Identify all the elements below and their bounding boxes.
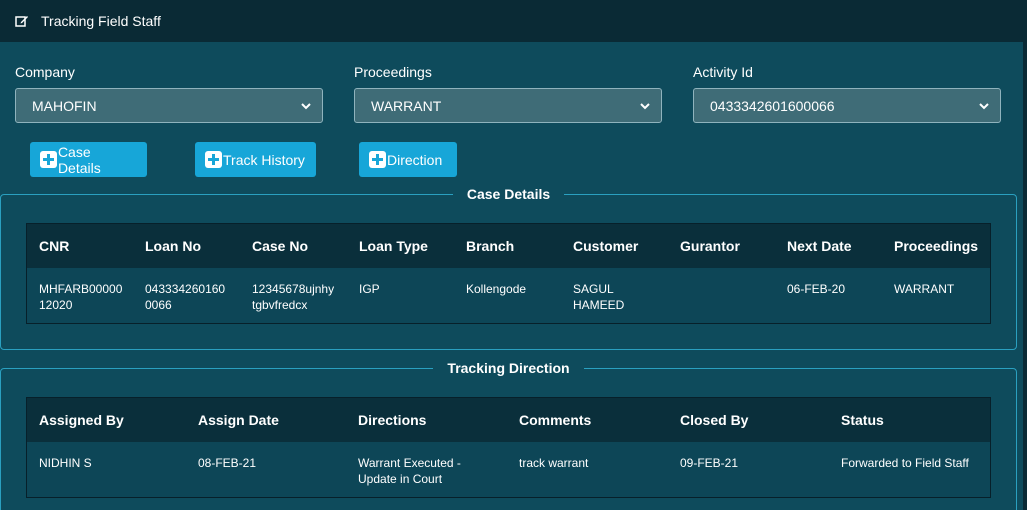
table-header: Assigned By Assign Date Directions Comme… bbox=[27, 398, 990, 442]
case-details-legend: Case Details bbox=[0, 186, 1017, 202]
cell-comments: track warrant bbox=[519, 456, 589, 470]
company-value: MAHOFIN bbox=[32, 97, 97, 114]
case-details-button-label: Case Details bbox=[57, 143, 101, 176]
cell-directions: Warrant Executed - Update in Court bbox=[358, 456, 461, 486]
proceedings-filter: Proceedings WARRANT bbox=[354, 64, 662, 123]
cell-cnr: MHFARB00000 12020 bbox=[39, 282, 123, 312]
cell-loan-no: 043334260160 0066 bbox=[145, 282, 226, 312]
proceedings-label: Proceedings bbox=[354, 64, 432, 80]
company-label: Company bbox=[15, 64, 75, 80]
track-history-button-label: Track History bbox=[223, 151, 305, 168]
tracking-direction-legend: Tracking Direction bbox=[0, 360, 1017, 376]
cell-case-no: 12345678ujnhy tgbvfredcx bbox=[252, 282, 335, 312]
cell-branch: Kollengode bbox=[466, 282, 527, 296]
col-closed-by: Closed By bbox=[680, 412, 749, 428]
cell-assign-date: 08-FEB-21 bbox=[198, 456, 257, 470]
cell-closed-by: 09-FEB-21 bbox=[680, 456, 739, 470]
cell-next-date: 06-FEB-20 bbox=[787, 282, 846, 296]
table-row[interactable]: MHFARB00000 12020 043334260160 0066 1234… bbox=[27, 268, 990, 323]
filter-row: Company MAHOFIN Proceedings WARRANT Acti… bbox=[15, 64, 1005, 128]
col-gurantor: Gurantor bbox=[680, 238, 740, 254]
col-loan-type: Loan Type bbox=[359, 238, 428, 254]
activity-value: 043334260160006​6 bbox=[710, 97, 835, 114]
col-comments: Comments bbox=[519, 412, 592, 428]
chevron-down-icon bbox=[979, 102, 989, 109]
proceedings-select[interactable]: WARRANT bbox=[354, 88, 662, 123]
col-case-no: Case No bbox=[252, 238, 309, 254]
col-next-date: Next Date bbox=[787, 238, 852, 254]
col-directions: Directions bbox=[358, 412, 427, 428]
cell-assigned-by: NIDHIN S bbox=[39, 456, 92, 470]
activity-filter: Activity Id 043334260160006​6 bbox=[693, 64, 1001, 123]
cell-proceedings: WARRANT bbox=[894, 282, 955, 296]
case-details-button[interactable]: Case Details bbox=[30, 142, 147, 177]
table-row[interactable]: NIDHIN S 08-FEB-21 Warrant Executed - Up… bbox=[27, 442, 990, 497]
col-status: Status bbox=[841, 412, 884, 428]
tracking-direction-table: Assigned By Assign Date Directions Comme… bbox=[26, 397, 991, 498]
plus-icon bbox=[369, 151, 386, 168]
col-branch: Branch bbox=[466, 238, 515, 254]
direction-button[interactable]: Direction bbox=[359, 142, 457, 177]
activity-select[interactable]: 043334260160006​6 bbox=[693, 88, 1001, 123]
table-header: CNR Loan No Case No Loan Type Branch Cus… bbox=[27, 224, 990, 268]
plus-icon bbox=[40, 151, 57, 168]
col-assigned-by: Assigned By bbox=[39, 412, 124, 428]
track-history-button[interactable]: Track History bbox=[195, 142, 316, 177]
page-title: Tracking Field Staff bbox=[41, 13, 161, 29]
plus-icon bbox=[205, 151, 222, 168]
cell-status: Forwarded to Field Staff bbox=[841, 456, 969, 470]
col-customer: Customer bbox=[573, 238, 639, 254]
col-loan-no: Loan No bbox=[145, 238, 201, 254]
direction-button-label: Direction bbox=[387, 151, 443, 168]
header-bar: Tracking Field Staff bbox=[0, 0, 1027, 42]
edit-icon bbox=[15, 16, 28, 27]
activity-label: Activity Id bbox=[693, 64, 753, 80]
chevron-down-icon bbox=[301, 102, 311, 109]
case-details-table: CNR Loan No Case No Loan Type Branch Cus… bbox=[26, 223, 991, 324]
scrollbar[interactable] bbox=[1023, 42, 1027, 510]
chevron-down-icon bbox=[640, 102, 650, 109]
cell-customer: SAGUL HAMEED bbox=[573, 282, 625, 312]
company-select[interactable]: MAHOFIN bbox=[15, 88, 323, 123]
company-filter: Company MAHOFIN bbox=[15, 64, 323, 123]
cell-loan-type: IGP bbox=[359, 282, 380, 296]
col-assign-date: Assign Date bbox=[198, 412, 279, 428]
col-cnr: CNR bbox=[39, 238, 70, 254]
col-proceedings: Proceedings bbox=[894, 238, 979, 254]
proceedings-value: WARRANT bbox=[371, 97, 442, 114]
